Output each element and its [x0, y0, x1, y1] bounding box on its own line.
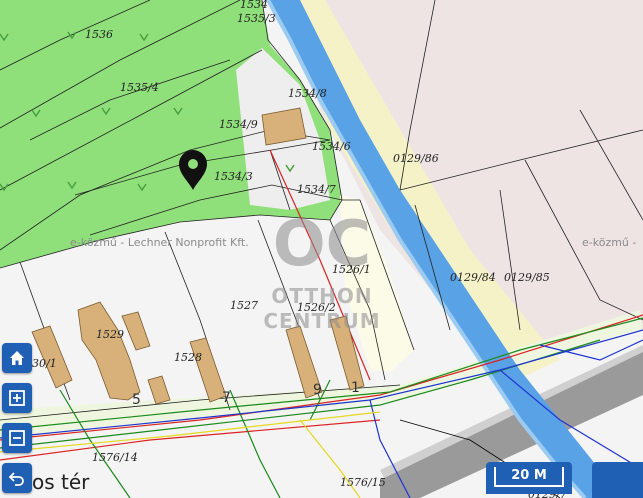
parcel-label: 1527: [230, 299, 258, 312]
parcel-label: 1576/15: [340, 476, 386, 489]
house-number: 7: [222, 390, 231, 406]
zoom-in-icon: [9, 390, 25, 406]
panel-toggle-button[interactable]: [592, 462, 643, 498]
street-name: os tér: [32, 470, 90, 494]
parcel-label: 1535/3: [237, 12, 276, 25]
attribution-watermark-right: e-közmű -: [582, 236, 636, 249]
back-icon: [8, 472, 24, 486]
parcel-label: 1526/1: [332, 263, 371, 276]
parcel-label: 30/1: [32, 357, 57, 370]
parcel-label: 1526/2: [297, 301, 336, 314]
parcel-label: 0129/85: [504, 271, 550, 284]
parcel-label: 0129/84: [450, 271, 496, 284]
parcel-label: 1534/6: [312, 140, 351, 153]
parcel-label: 1534/7: [297, 183, 336, 196]
parcel-label: 1534/9: [219, 118, 258, 131]
house-number: 5: [132, 392, 141, 408]
cadastral-map[interactable]: OC OTTHON CENTRUM e-közmű - Lechner Nonp…: [0, 0, 643, 498]
parcel-label: 1534/3: [214, 170, 253, 183]
back-button[interactable]: [2, 463, 32, 493]
parcel-label: 1535/4: [120, 81, 159, 94]
house-number: 1: [351, 380, 360, 396]
attribution-watermark: e-közmű - Lechner Nonprofit Kft.: [70, 236, 249, 249]
zoom-out-button[interactable]: [2, 423, 32, 453]
parcel-label: 1528: [174, 351, 202, 364]
scale-bar: 20 M: [486, 462, 572, 494]
parcel-label: 1534/8: [288, 87, 327, 100]
house-number: 9: [313, 382, 322, 398]
parcel-label: 1529: [96, 328, 124, 341]
parcel-label: 1576/14: [92, 451, 138, 464]
home-icon: [10, 351, 24, 365]
parcel-label: 1536: [85, 28, 113, 41]
scale-label: 20 M: [494, 467, 564, 487]
home-button[interactable]: [2, 343, 32, 373]
parcel-label: 1534: [240, 0, 268, 11]
zoom-in-button[interactable]: [2, 383, 32, 413]
parcel-label: 0129/86: [393, 152, 439, 165]
zoom-out-icon: [9, 430, 25, 446]
